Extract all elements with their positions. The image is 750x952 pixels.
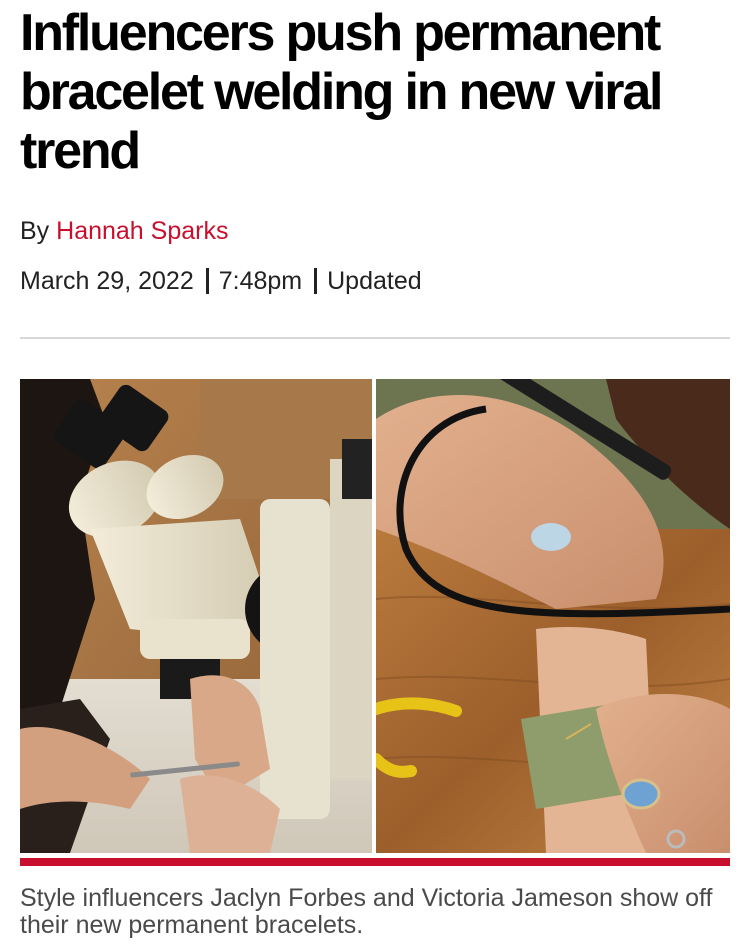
author-link[interactable]: Hannah Sparks	[56, 217, 228, 245]
photo-caption: Style influencers Jaclyn Forbes and Vict…	[20, 884, 713, 939]
publish-date: March 29, 2022	[20, 267, 194, 295]
byline: By Hannah Sparks	[20, 216, 228, 246]
microscope-illustration	[20, 379, 372, 853]
publish-time: 7:48pm	[218, 267, 303, 295]
dateline: March 29, 2022 7:48pm Updated	[20, 266, 422, 296]
welding-illustration	[376, 379, 730, 853]
updated-label[interactable]: Updated	[327, 267, 422, 295]
byline-prefix: By	[20, 217, 50, 245]
divider	[314, 268, 318, 294]
header-divider	[20, 337, 730, 339]
photo-microscope[interactable]	[20, 379, 372, 853]
article-headline: Influencers push permanent bracelet weld…	[20, 4, 664, 180]
caption-accent-bar	[20, 858, 730, 866]
divider	[205, 268, 209, 294]
photo-welding[interactable]	[376, 379, 730, 853]
